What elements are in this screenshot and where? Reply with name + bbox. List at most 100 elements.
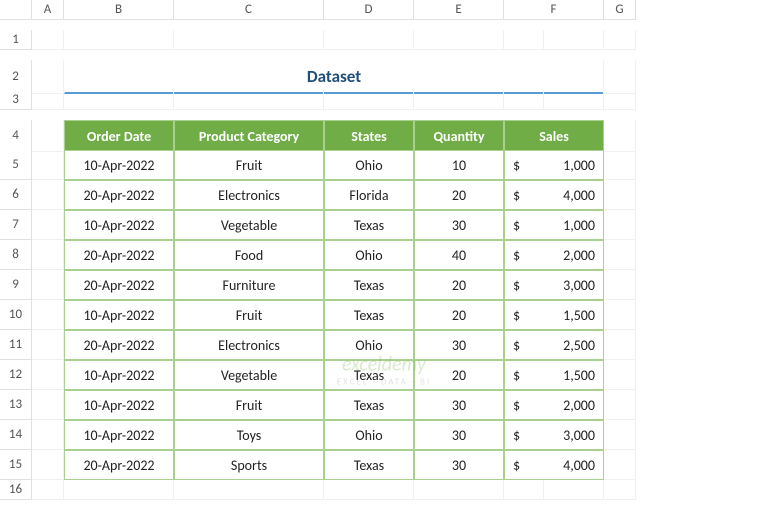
- cell-A10[interactable]: [32, 300, 64, 330]
- cell-A1-blank1[interactable]: [64, 30, 174, 50]
- cell-A1-blank6[interactable]: [544, 30, 604, 50]
- cell-states-6[interactable]: Florida: [324, 180, 414, 210]
- cell-r3-5[interactable]: [504, 90, 544, 110]
- cell-A14[interactable]: [32, 420, 64, 450]
- cell-sales-10[interactable]: $1,500: [504, 300, 604, 330]
- cell-G8[interactable]: [604, 240, 636, 270]
- cell-product_category-5[interactable]: Fruit: [174, 150, 324, 180]
- cell-states-12[interactable]: Texas: [324, 360, 414, 390]
- cell-product_category-15[interactable]: Sports: [174, 450, 324, 480]
- cell-r16-1[interactable]: [64, 480, 174, 500]
- cell-product_category-9[interactable]: Furniture: [174, 270, 324, 300]
- cell-sales-8[interactable]: $2,000: [504, 240, 604, 270]
- cell-r16-4[interactable]: [414, 480, 504, 500]
- cell-G5[interactable]: [604, 150, 636, 180]
- row-header-8[interactable]: 8: [0, 240, 32, 270]
- cell-r16-2[interactable]: [174, 480, 324, 500]
- cell-order_date-11[interactable]: 20-Apr-2022: [64, 330, 174, 360]
- row-header-2[interactable]: 2: [0, 60, 32, 94]
- row-header-14[interactable]: 14: [0, 420, 32, 450]
- cell-A1-blank4[interactable]: [414, 30, 504, 50]
- header-quantity[interactable]: Quantity: [414, 120, 504, 152]
- cell-states-13[interactable]: Texas: [324, 390, 414, 420]
- cell-r3-6[interactable]: [544, 90, 604, 110]
- cell-order_date-14[interactable]: 10-Apr-2022: [64, 420, 174, 450]
- cell-r16-0[interactable]: [32, 480, 64, 500]
- col-header-B[interactable]: B: [64, 0, 174, 20]
- cell-sales-14[interactable]: $3,000: [504, 420, 604, 450]
- header-product_category[interactable]: Product Category: [174, 120, 324, 152]
- row-header-6[interactable]: 6: [0, 180, 32, 210]
- header-sales[interactable]: Sales: [504, 120, 604, 152]
- cell-states-14[interactable]: Ohio: [324, 420, 414, 450]
- col-header-G[interactable]: G: [604, 0, 636, 20]
- cell-quantity-14[interactable]: 30: [414, 420, 504, 450]
- cell-G12[interactable]: [604, 360, 636, 390]
- cell-order_date-13[interactable]: 10-Apr-2022: [64, 390, 174, 420]
- cell-r3-0[interactable]: [32, 90, 64, 110]
- cell-states-8[interactable]: Ohio: [324, 240, 414, 270]
- row-header-13[interactable]: 13: [0, 390, 32, 420]
- cell-G13[interactable]: [604, 390, 636, 420]
- cell-sales-12[interactable]: $1,500: [504, 360, 604, 390]
- cell-r16-6[interactable]: [544, 480, 604, 500]
- cell-quantity-7[interactable]: 30: [414, 210, 504, 240]
- cell-sales-7[interactable]: $1,000: [504, 210, 604, 240]
- header-order_date[interactable]: Order Date: [64, 120, 174, 152]
- row-header-5[interactable]: 5: [0, 150, 32, 180]
- row-header-10[interactable]: 10: [0, 300, 32, 330]
- cell-r3-4[interactable]: [414, 90, 504, 110]
- cell-product_category-13[interactable]: Fruit: [174, 390, 324, 420]
- cell-states-10[interactable]: Texas: [324, 300, 414, 330]
- cell-A1-blank5[interactable]: [504, 30, 544, 50]
- col-header-C[interactable]: C: [174, 0, 324, 20]
- cell-quantity-12[interactable]: 20: [414, 360, 504, 390]
- cell-product_category-6[interactable]: Electronics: [174, 180, 324, 210]
- cell-A4[interactable]: [32, 120, 64, 152]
- cell-quantity-13[interactable]: 30: [414, 390, 504, 420]
- row-header-1[interactable]: 1: [0, 30, 32, 50]
- col-header-E[interactable]: E: [414, 0, 504, 20]
- cell-r16-7[interactable]: [604, 480, 636, 500]
- cell-states-7[interactable]: Texas: [324, 210, 414, 240]
- col-header-F[interactable]: F: [504, 0, 604, 20]
- row-header-12[interactable]: 12: [0, 360, 32, 390]
- cell-quantity-8[interactable]: 40: [414, 240, 504, 270]
- cell-states-9[interactable]: Texas: [324, 270, 414, 300]
- cell-r16-5[interactable]: [504, 480, 544, 500]
- cell-sales-11[interactable]: $2,500: [504, 330, 604, 360]
- cell-sales-5[interactable]: $1,000: [504, 150, 604, 180]
- header-states[interactable]: States: [324, 120, 414, 152]
- cell-quantity-5[interactable]: 10: [414, 150, 504, 180]
- cell-A15[interactable]: [32, 450, 64, 480]
- cell-G10[interactable]: [604, 300, 636, 330]
- cell-A13[interactable]: [32, 390, 64, 420]
- row-header-3[interactable]: 3: [0, 90, 32, 110]
- cell-r3-7[interactable]: [604, 90, 636, 110]
- cell-sales-9[interactable]: $3,000: [504, 270, 604, 300]
- cell-order_date-7[interactable]: 10-Apr-2022: [64, 210, 174, 240]
- select-all-corner[interactable]: [0, 0, 32, 20]
- cell-G4[interactable]: [604, 120, 636, 152]
- cell-sales-6[interactable]: $4,000: [504, 180, 604, 210]
- row-header-11[interactable]: 11: [0, 330, 32, 360]
- cell-G9[interactable]: [604, 270, 636, 300]
- spreadsheet-grid[interactable]: ABCDEFG12Dataset34Order DateProduct Cate…: [0, 0, 768, 510]
- row-header-7[interactable]: 7: [0, 210, 32, 240]
- cell-order_date-10[interactable]: 10-Apr-2022: [64, 300, 174, 330]
- cell-r1-extra[interactable]: [604, 30, 636, 50]
- row-header-4[interactable]: 4: [0, 120, 32, 152]
- cell-r3-1[interactable]: [64, 90, 174, 110]
- cell-A5[interactable]: [32, 150, 64, 180]
- cell-A2[interactable]: [32, 60, 64, 94]
- cell-order_date-9[interactable]: 20-Apr-2022: [64, 270, 174, 300]
- cell-states-15[interactable]: Texas: [324, 450, 414, 480]
- cell-r16-3[interactable]: [324, 480, 414, 500]
- cell-quantity-6[interactable]: 20: [414, 180, 504, 210]
- col-header-D[interactable]: D: [324, 0, 414, 20]
- cell-product_category-12[interactable]: Vegetable: [174, 360, 324, 390]
- cell-G15[interactable]: [604, 450, 636, 480]
- cell-G2[interactable]: [604, 60, 636, 94]
- cell-A11[interactable]: [32, 330, 64, 360]
- cell-product_category-8[interactable]: Food: [174, 240, 324, 270]
